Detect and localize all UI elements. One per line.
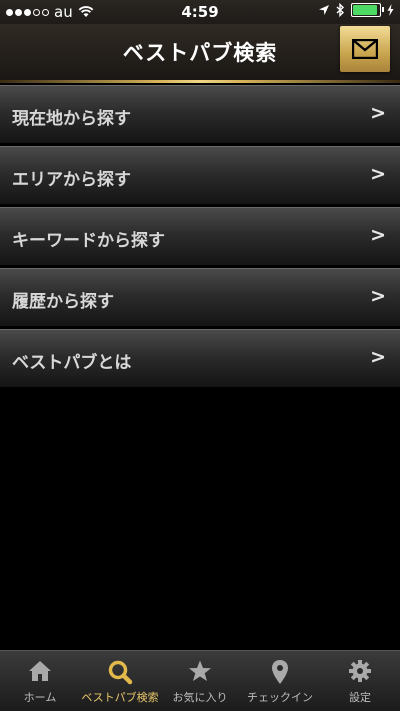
tab-bar: ホーム ベストパブ検索 お気に入り チェックイン 設定 [0,650,400,711]
menu-item-area[interactable]: エリアから探す > [0,146,400,205]
envelope-icon [352,39,378,59]
status-bar: au 4:59 [0,0,400,24]
tab-settings[interactable]: 設定 [320,651,400,711]
charging-bolt-icon [387,4,394,16]
location-arrow-icon [319,5,329,15]
tab-label: 設定 [349,691,371,704]
bluetooth-icon [336,3,345,17]
battery-icon [351,3,384,17]
tab-checkin[interactable]: チェックイン [240,651,320,711]
menu-item-current-location[interactable]: 現在地から探す > [0,85,400,144]
status-right [318,3,394,17]
chevron-right-icon: > [370,346,386,368]
menu-item-about[interactable]: ベストパブとは > [0,329,400,388]
search-icon [108,660,133,685]
menu-item-label: キーワードから探す [12,231,165,251]
tab-home[interactable]: ホーム [0,651,80,711]
chevron-right-icon: > [370,224,386,246]
nav-header: ベストパブ検索 [0,24,400,80]
menu-item-label: ベストパブとは [12,353,132,373]
header-divider [0,80,400,83]
menu-item-label: エリアから探す [12,170,131,190]
menu-item-label: 履歴から探す [12,292,114,312]
tab-search[interactable]: ベストパブ検索 [80,651,160,711]
tab-label: ホーム [23,691,57,704]
search-menu-list: 現在地から探す > エリアから探す > キーワードから探す > 履歴から探す >… [0,85,400,390]
chevron-right-icon: > [370,285,386,307]
star-icon [189,660,211,681]
tab-label: ベストパブ検索 [81,691,159,704]
tab-favorites[interactable]: お気に入り [160,651,240,711]
tab-label: チェックイン [247,691,313,704]
map-pin-icon [272,660,288,684]
home-icon [29,661,51,681]
mail-button[interactable] [340,26,390,72]
gear-icon [349,660,371,682]
menu-item-label: 現在地から探す [12,109,131,129]
chevron-right-icon: > [370,102,386,124]
menu-item-keyword[interactable]: キーワードから探す > [0,207,400,266]
tab-label: お気に入り [172,691,228,704]
menu-item-history[interactable]: 履歴から探す > [0,268,400,327]
chevron-right-icon: > [370,163,386,185]
